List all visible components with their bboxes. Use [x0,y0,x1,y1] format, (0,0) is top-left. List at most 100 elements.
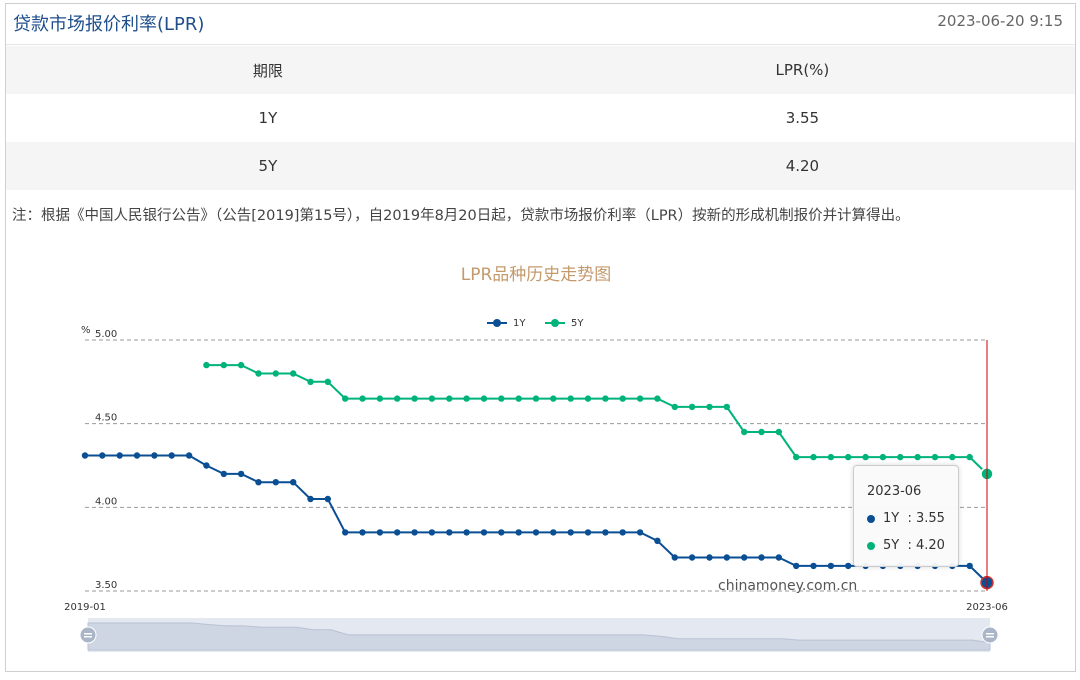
data-point[interactable] [931,453,939,461]
data-point[interactable] [706,403,713,411]
data-point[interactable] [394,529,401,536]
data-point[interactable] [949,453,956,461]
data-point[interactable] [914,453,921,461]
data-point[interactable] [237,470,245,478]
data-point[interactable] [636,395,644,402]
data-point[interactable] [758,428,765,436]
data-point[interactable] [220,361,227,369]
data-point[interactable] [428,529,436,536]
data-point[interactable] [584,395,592,402]
data-point[interactable] [498,529,505,536]
data-point[interactable] [619,529,626,536]
data-point[interactable] [515,395,522,402]
data-point[interactable] [966,562,973,570]
data-point[interactable] [741,428,748,436]
data-point[interactable] [966,453,973,461]
data-point[interactable] [793,453,800,461]
data-point[interactable] [793,562,800,570]
data-point[interactable] [237,361,245,369]
data-point[interactable] [532,395,540,402]
data-point[interactable] [151,452,158,459]
data-point[interactable] [290,370,297,377]
data-point[interactable] [897,453,904,461]
data-point[interactable] [827,453,835,461]
data-point[interactable] [810,453,817,461]
lpr-history-chart[interactable]: LPR品种历史走势图 1Y 5Y % 5.00 4.50 4.00 3.50 2019… [0,248,1080,668]
data-point[interactable] [411,529,418,536]
data-point[interactable] [706,554,713,561]
data-point[interactable] [203,462,210,469]
data-point[interactable] [654,395,661,402]
data-point[interactable] [845,453,852,461]
data-point[interactable] [290,479,297,486]
data-point[interactable] [255,370,262,377]
data-zoom-slider[interactable] [79,618,999,652]
data-point[interactable] [324,495,331,503]
data-point[interactable] [845,562,852,570]
data-point[interactable] [636,529,644,536]
zoom-handle-right-icon[interactable] [981,626,999,644]
data-point[interactable] [220,470,227,478]
zoom-handle-right[interactable] [981,626,999,644]
data-point[interactable] [879,453,887,461]
data-point[interactable] [550,395,557,402]
chart-legend[interactable]: 1Y 5Y [487,318,584,329]
data-point[interactable] [550,529,557,536]
data-point[interactable] [567,395,574,402]
data-point[interactable] [99,452,106,459]
data-point[interactable] [307,378,314,385]
data-point[interactable] [203,361,210,369]
zoom-handle-left-icon[interactable] [79,626,97,644]
data-point[interactable] [359,529,366,536]
legend-item-5y[interactable]: 5Y [545,318,584,329]
data-point[interactable] [307,495,314,503]
data-point[interactable] [376,529,384,536]
data-point[interactable] [602,529,609,536]
data-point[interactable] [688,554,696,561]
data-point[interactable] [81,452,89,459]
data-point[interactable] [411,395,418,402]
data-point[interactable] [255,479,262,486]
data-point[interactable] [654,537,661,544]
data-point[interactable] [688,403,696,411]
data-point[interactable] [272,479,279,486]
data-point[interactable] [185,452,193,459]
data-point[interactable] [272,370,279,377]
data-point[interactable] [619,395,626,402]
data-point[interactable] [602,395,609,402]
data-point[interactable] [463,529,470,536]
data-point[interactable] [480,529,488,536]
data-point[interactable] [394,395,401,402]
zoom-handle-left[interactable] [79,626,97,644]
legend-item-1y[interactable]: 1Y [487,318,526,329]
data-point[interactable] [446,529,453,536]
data-point[interactable] [376,395,384,402]
data-point[interactable] [428,395,436,402]
data-point[interactable] [359,395,366,402]
data-point[interactable] [463,395,470,402]
data-point[interactable] [775,428,782,436]
data-point[interactable] [862,453,869,461]
data-point[interactable] [342,395,349,402]
data-point[interactable] [532,529,540,536]
data-point[interactable] [498,395,505,402]
data-point[interactable] [480,395,488,402]
data-point[interactable] [741,554,748,561]
data-point[interactable] [446,395,453,402]
data-point[interactable] [324,378,331,385]
data-point[interactable] [168,452,175,459]
data-point[interactable] [671,554,678,561]
data-point[interactable] [723,403,730,411]
data-point[interactable] [810,562,817,570]
data-point[interactable] [567,529,574,536]
data-point[interactable] [116,452,123,459]
data-point[interactable] [723,554,730,561]
data-point[interactable] [671,403,678,411]
data-point[interactable] [827,562,835,570]
data-point[interactable] [515,529,522,536]
data-point[interactable] [775,554,782,561]
data-point[interactable] [133,452,141,459]
data-point[interactable] [584,529,592,536]
data-point[interactable] [342,529,349,536]
data-point[interactable] [758,554,765,561]
